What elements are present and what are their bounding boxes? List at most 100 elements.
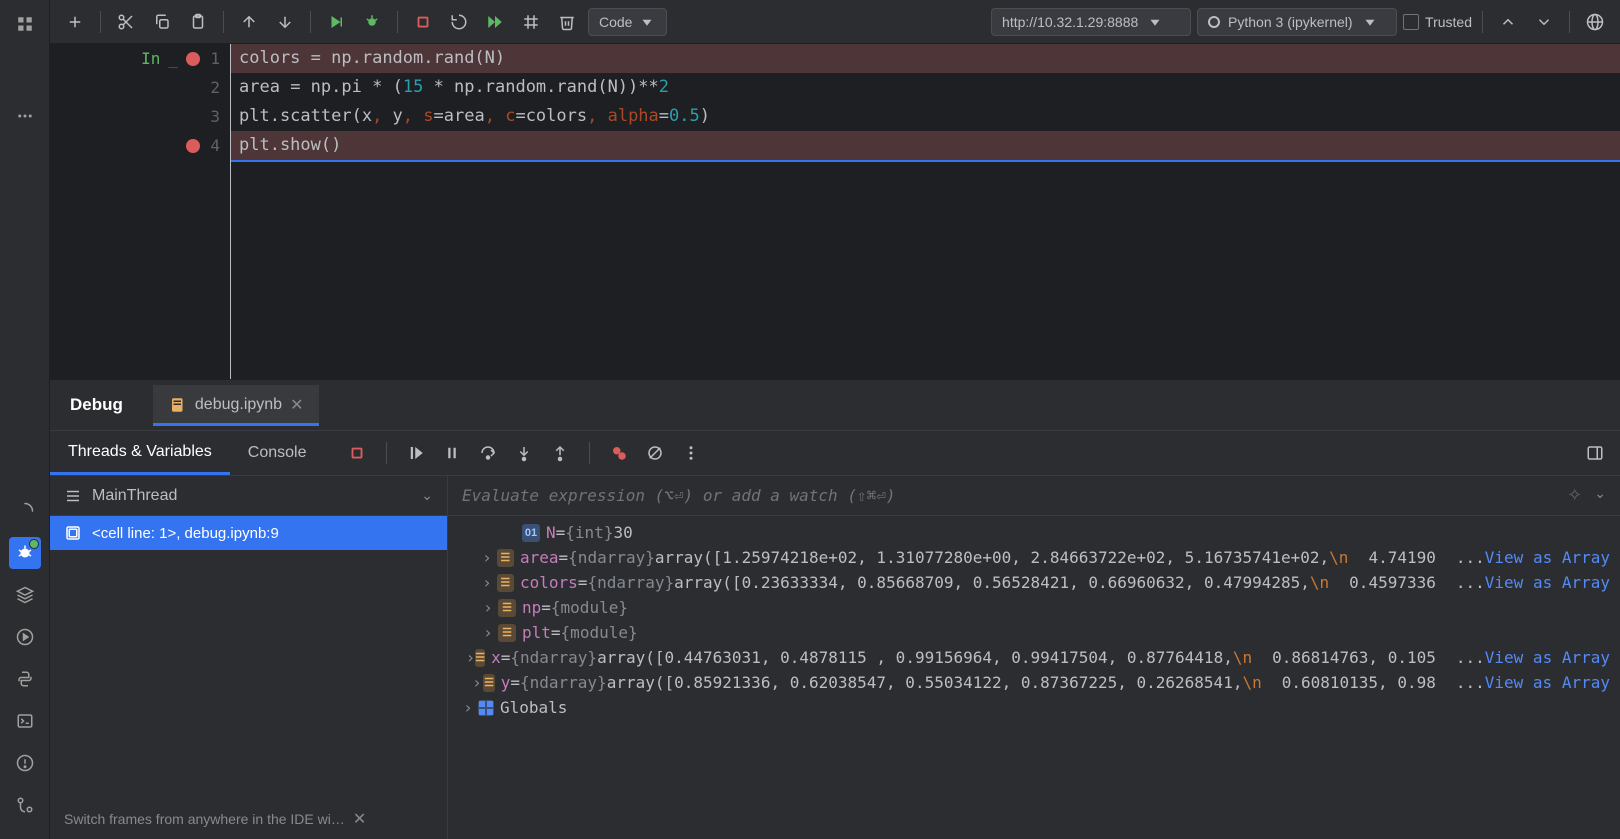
restart-icon[interactable] xyxy=(444,7,474,37)
python-icon[interactable] xyxy=(9,663,41,695)
move-up-icon[interactable] xyxy=(234,7,264,37)
tab-console[interactable]: Console xyxy=(230,431,325,475)
var-name: np xyxy=(522,598,541,617)
view-breakpoints-icon[interactable] xyxy=(606,440,632,466)
extra-values: 0.86814763, 0.105 xyxy=(1252,648,1436,667)
kernel-name: Python 3 (ipykernel) xyxy=(1228,14,1353,30)
cell-type-label: Code xyxy=(599,14,632,30)
thread-selector[interactable]: MainThread ⌄ xyxy=(50,476,447,516)
eval-bar: Evaluate expression (⌥⏎) or add a watch … xyxy=(448,476,1620,516)
close-hint-icon[interactable]: ✕ xyxy=(353,809,366,829)
globe-icon[interactable] xyxy=(1580,7,1610,37)
move-down-icon[interactable] xyxy=(270,7,300,37)
close-icon[interactable]: ✕ xyxy=(290,395,303,415)
array-icon: ☰ xyxy=(475,649,485,667)
variable-row[interactable]: ›☰y = {ndarray} array([0.85921336, 0.620… xyxy=(448,670,1620,695)
variable-row[interactable]: ›☰area = {ndarray} array([1.25974218e+02… xyxy=(448,545,1620,570)
grid-icon[interactable] xyxy=(9,8,41,40)
globals-row[interactable]: ›Globals xyxy=(448,695,1620,720)
more-icon[interactable] xyxy=(678,440,704,466)
code-content[interactable]: colors = np.random.rand(N) area = np.pi … xyxy=(230,44,1620,379)
extra-values: 0.4597336 xyxy=(1329,573,1436,592)
loading-icon[interactable] xyxy=(9,495,41,527)
chevron-down-icon: ⌄ xyxy=(421,487,433,504)
breakpoint-icon[interactable] xyxy=(186,139,200,153)
view-as-array-link[interactable]: View as Array xyxy=(1436,648,1610,667)
debug-run-icon[interactable] xyxy=(357,7,387,37)
stop-icon[interactable] xyxy=(408,7,438,37)
resume-icon[interactable] xyxy=(403,440,429,466)
debug-tab-bar: Debug debug.ipynb ✕ xyxy=(50,380,1620,430)
delete-icon[interactable] xyxy=(552,7,582,37)
code-editor[interactable]: ✓ In _ 1 2 3 4 colors = np.random.rand(N… xyxy=(50,44,1620,379)
debug-file-tab[interactable]: debug.ipynb ✕ xyxy=(153,385,320,425)
code-line[interactable]: colors = np.random.rand(N) xyxy=(231,44,1620,73)
run-all-icon[interactable] xyxy=(480,7,510,37)
in-prompt: In xyxy=(141,49,160,68)
trusted-checkbox[interactable] xyxy=(1403,14,1419,30)
variable-row[interactable]: ›☰colors = {ndarray} array([0.23633334, … xyxy=(448,570,1620,595)
debug-controls: Threads & Variables Console xyxy=(50,430,1620,476)
variable-row[interactable]: ›☰np = {module} xyxy=(448,595,1620,620)
expand-icon[interactable]: › xyxy=(458,698,478,717)
terminal-icon[interactable] xyxy=(9,705,41,737)
step-over-icon[interactable] xyxy=(475,440,501,466)
expand-icon[interactable]: › xyxy=(477,548,496,567)
run-cursor-icon[interactable] xyxy=(321,7,351,37)
git-icon[interactable] xyxy=(9,789,41,821)
view-as-array-link[interactable]: View as Array xyxy=(1436,673,1610,692)
var-value: 30 xyxy=(613,523,632,542)
notebook-toolbar: Code http://10.32.1.29:8888 Python 3 (ip… xyxy=(50,0,1620,44)
add-cell-icon[interactable] xyxy=(60,7,90,37)
frame-label: <cell line: 1>, debug.ipynb:9 xyxy=(92,525,279,542)
array-icon: ☰ xyxy=(497,549,514,567)
variable-row[interactable]: ›☰x = {ndarray} array([0.44763031, 0.487… xyxy=(448,645,1620,670)
code-line[interactable]: plt.show() xyxy=(231,131,1620,162)
play-circle-icon[interactable] xyxy=(9,621,41,653)
ellipsis-icon[interactable] xyxy=(9,100,41,132)
eval-input[interactable]: Evaluate expression (⌥⏎) or add a watch … xyxy=(462,486,1557,505)
variables-icon[interactable] xyxy=(516,7,546,37)
layers-icon[interactable] xyxy=(9,579,41,611)
pause-icon[interactable] xyxy=(439,440,465,466)
view-as-array-link[interactable]: View as Array xyxy=(1436,548,1610,567)
variables-list: 01N = {int} 30›☰area = {ndarray} array([… xyxy=(448,516,1620,839)
trusted-toggle[interactable]: Trusted xyxy=(1403,14,1472,30)
add-watch-icon[interactable]: ✧ xyxy=(1567,485,1582,506)
notebook-icon xyxy=(169,396,187,414)
expand-icon[interactable]: › xyxy=(478,623,498,642)
stop-debug-icon[interactable] xyxy=(344,440,370,466)
expand-icon[interactable]: › xyxy=(471,673,484,692)
code-line[interactable]: area = np.pi * (15 * np.random.rand(N))*… xyxy=(231,73,1620,102)
breakpoint-icon[interactable] xyxy=(186,52,200,66)
debug-icon[interactable] xyxy=(9,537,41,569)
prev-icon[interactable] xyxy=(1493,7,1523,37)
expand-icon[interactable]: ⌄ xyxy=(1594,485,1606,506)
thread-name: MainThread xyxy=(92,487,177,505)
kernel-dropdown[interactable]: Python 3 (ipykernel) xyxy=(1197,8,1397,36)
debug-file-label: debug.ipynb xyxy=(195,396,282,414)
warning-icon[interactable] xyxy=(9,747,41,779)
server-url-dropdown[interactable]: http://10.32.1.29:8888 xyxy=(991,8,1191,36)
cell-type-dropdown[interactable]: Code xyxy=(588,8,667,36)
mute-breakpoints-icon[interactable] xyxy=(642,440,668,466)
variable-row[interactable]: 01N = {int} 30 xyxy=(448,520,1620,545)
debug-tab[interactable]: Debug xyxy=(70,383,123,427)
paste-icon[interactable] xyxy=(183,7,213,37)
expand-icon[interactable]: › xyxy=(478,598,498,617)
view-as-array-link[interactable]: View as Array xyxy=(1436,573,1610,592)
variables-panel: Evaluate expression (⌥⏎) or add a watch … xyxy=(448,476,1620,839)
code-line[interactable]: plt.scatter(x, y, s=area, c=colors, alph… xyxy=(231,102,1620,131)
array-icon: ☰ xyxy=(498,624,516,642)
tab-threads-variables[interactable]: Threads & Variables xyxy=(50,431,230,475)
expand-icon[interactable]: › xyxy=(466,648,476,667)
stack-frame[interactable]: <cell line: 1>, debug.ipynb:9 xyxy=(50,516,447,550)
step-into-icon[interactable] xyxy=(511,440,537,466)
expand-icon[interactable]: › xyxy=(477,573,496,592)
next-icon[interactable] xyxy=(1529,7,1559,37)
layout-icon[interactable] xyxy=(1582,440,1608,466)
variable-row[interactable]: ›☰plt = {module} xyxy=(448,620,1620,645)
copy-icon[interactable] xyxy=(147,7,177,37)
step-out-icon[interactable] xyxy=(547,440,573,466)
cut-icon[interactable] xyxy=(111,7,141,37)
